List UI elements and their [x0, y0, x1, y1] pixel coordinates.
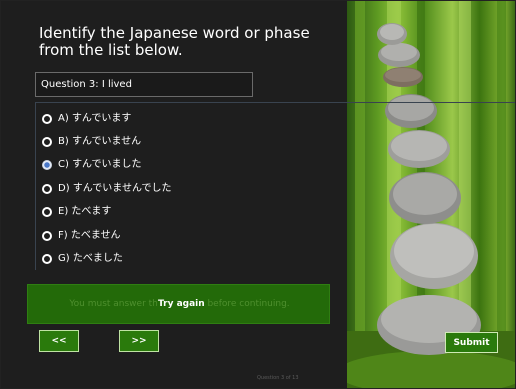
- stacked-stones-photo: [347, 1, 515, 388]
- option-label: E) たべます: [58, 206, 112, 218]
- next-button[interactable]: >>: [119, 330, 159, 352]
- option-f[interactable]: F) たべません: [42, 224, 171, 247]
- try-again-label[interactable]: Try again: [157, 299, 206, 310]
- previous-button[interactable]: <<: [39, 330, 79, 352]
- radio-button-selected[interactable]: [42, 160, 52, 171]
- options-border: [35, 102, 36, 270]
- quiz-slide: Identify the Japanese word or phase from…: [0, 0, 516, 389]
- radio-button[interactable]: [42, 137, 52, 148]
- option-g[interactable]: G) たべました: [42, 247, 171, 270]
- instruction-title: Identify the Japanese word or phase from…: [39, 24, 310, 59]
- radio-button[interactable]: [42, 207, 52, 218]
- question-progress: Question 3 of 13: [257, 375, 299, 381]
- radio-button[interactable]: [42, 254, 52, 265]
- option-label: F) たべません: [58, 229, 121, 241]
- submit-button[interactable]: Submit: [445, 332, 498, 353]
- option-e[interactable]: E) たべます: [42, 201, 171, 224]
- option-a[interactable]: A) すんでいます: [42, 107, 171, 130]
- option-b[interactable]: B) すんでいません: [42, 130, 171, 153]
- option-label: G) たべました: [58, 253, 123, 265]
- option-label: C) すんでいました: [58, 159, 142, 171]
- feedback-text-before: You must answer th: [69, 299, 158, 309]
- option-label: A) すんでいます: [58, 112, 132, 124]
- radio-button[interactable]: [42, 183, 52, 194]
- options-divider: [35, 102, 515, 103]
- option-label: B) すんでいません: [58, 136, 142, 148]
- option-label: D) すんでいませんでした: [58, 182, 172, 194]
- option-d[interactable]: D) すんでいませんでした: [42, 177, 171, 200]
- radio-button[interactable]: [42, 113, 52, 124]
- radio-button[interactable]: [42, 230, 52, 241]
- feedback-banner: You must answer thTry againn before cont…: [27, 284, 330, 324]
- answer-options: A) すんでいます B) すんでいません C) すんでいました D) すんでいま…: [42, 107, 171, 271]
- question-label: Question 3: I lived: [35, 72, 253, 97]
- feedback-text-after: n before continuing.: [198, 299, 290, 309]
- option-c[interactable]: C) すんでいました: [42, 154, 171, 177]
